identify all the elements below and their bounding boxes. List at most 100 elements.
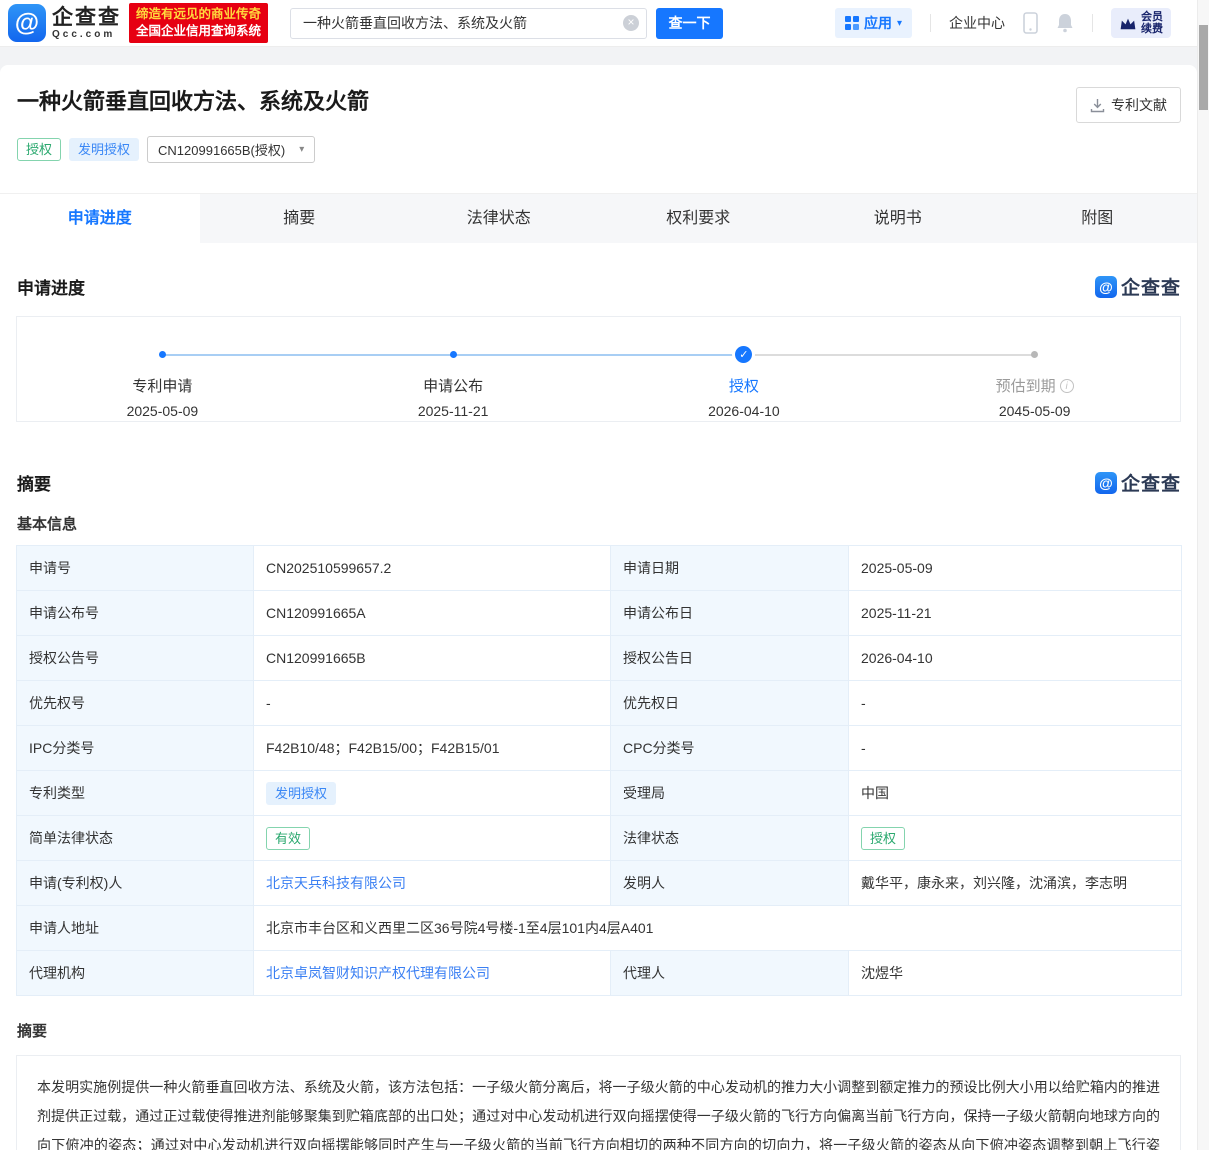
mobile-app-button[interactable]: [1023, 12, 1038, 34]
qcc-watermark: @ 企查查: [1095, 469, 1181, 496]
brand-slogan: 缔造有远见的商业传奇 全国企业信用查询系统: [129, 3, 268, 43]
tab-legal-status[interactable]: 法律状态: [399, 194, 599, 243]
field-value: CN202510599657.2: [254, 546, 611, 591]
slogan-line-1: 缔造有远见的商业传奇: [136, 6, 261, 23]
field-value: F42B10/48；F42B15/00；F42B15/01: [254, 726, 611, 771]
search-clear-icon[interactable]: ×: [623, 15, 639, 31]
app-menu-button[interactable]: 应用 ▾: [835, 8, 912, 38]
scrollbar-thumb[interactable]: [1199, 25, 1208, 110]
agency-link[interactable]: 北京卓岚智财知识产权代理有限公司: [266, 965, 490, 981]
field-label: 申请公布号: [17, 591, 254, 636]
field-label: 发明人: [611, 861, 849, 906]
field-label: 授权公告号: [17, 636, 254, 681]
field-label: 代理机构: [17, 951, 254, 996]
app-menu-label: 应用: [864, 13, 892, 33]
download-icon: [1090, 98, 1105, 113]
field-value: 2025-05-09: [849, 546, 1182, 591]
tab-abstract[interactable]: 摘要: [200, 194, 400, 243]
table-row: IPC分类号 F42B10/48；F42B15/00；F42B15/01 CPC…: [17, 726, 1182, 771]
field-label: 专利类型: [17, 771, 254, 816]
qcc-watermark-icon: @: [1095, 472, 1117, 494]
field-label: 简单法律状态: [17, 816, 254, 861]
slogan-line-2: 全国企业信用查询系统: [136, 23, 261, 40]
notifications-button[interactable]: [1056, 13, 1074, 33]
enterprise-center-link[interactable]: 企业中心: [949, 13, 1005, 33]
mobile-icon: [1023, 12, 1038, 34]
status-badge: 授权: [861, 827, 905, 850]
field-label: 授权公告日: [611, 636, 849, 681]
tab-description[interactable]: 说明书: [798, 194, 998, 243]
qcc-logo[interactable]: @ 企查查 Qcc.com 缔造有远见的商业传奇 全国企业信用查询系统: [8, 3, 268, 43]
qcc-watermark-text: 企查查: [1121, 273, 1181, 300]
timeline-step-estimated-expiry: 预估到期 i 2045-05-09: [889, 346, 1180, 419]
tab-figures[interactable]: 附图: [998, 194, 1198, 243]
qcc-watermark: @ 企查查: [1095, 273, 1181, 300]
field-value: CN120991665B: [254, 636, 611, 681]
patent-title: 一种火箭垂直回收方法、系统及火箭: [17, 87, 369, 117]
field-value: 北京市丰台区和义西里二区36号院4号楼-1至4层101内4层A401: [254, 906, 1182, 951]
patent-type-badge: 发明授权: [69, 138, 139, 161]
field-label: IPC分类号: [17, 726, 254, 771]
patent-document-button[interactable]: 专利文献: [1076, 87, 1181, 123]
table-row: 申请(专利权)人 北京天兵科技有限公司 发明人 戴华平，康永来，刘兴隆，沈涌滨，…: [17, 861, 1182, 906]
tab-application-progress[interactable]: 申请进度: [0, 194, 200, 243]
patent-number-value: CN120991665B(授权): [158, 140, 285, 159]
page-scrollbar[interactable]: [1197, 0, 1209, 1150]
progress-timeline: 专利申请 2025-05-09 申请公布 2025-11-21 ✓ 授权 202…: [16, 316, 1181, 422]
grid-icon: [845, 16, 859, 30]
timeline-step-label: 申请公布: [423, 375, 483, 396]
basic-info-title: 基本信息: [17, 513, 1197, 534]
table-row: 授权公告号 CN120991665B 授权公告日 2026-04-10: [17, 636, 1182, 681]
timeline-step-grant: ✓ 授权 2026-04-10: [599, 346, 890, 419]
summary-section-title: 摘要: [17, 470, 51, 495]
timeline-step-label: 授权: [729, 375, 759, 396]
status-badge: 有效: [266, 827, 310, 850]
qcc-logo-icon: @: [8, 4, 46, 42]
brand-name: 企查查: [52, 7, 121, 29]
timeline-dot: [159, 351, 166, 358]
field-label: 代理人: [611, 951, 849, 996]
top-nav: 应用 ▾ 企业中心 会员 续费: [835, 8, 1171, 38]
qcc-logo-text: 企查查 Qcc.com: [52, 7, 121, 40]
field-label: 申请公布日: [611, 591, 849, 636]
search-button[interactable]: 查一下: [656, 8, 723, 39]
timeline-step-date: 2026-04-10: [708, 403, 780, 419]
timeline-step-filing: 专利申请 2025-05-09: [17, 346, 308, 419]
timeline-step-label: 专利申请: [132, 375, 192, 396]
search-area: × 查一下: [290, 8, 723, 39]
timeline-step-label: 预估到期: [996, 375, 1056, 396]
applicant-link[interactable]: 北京天兵科技有限公司: [266, 875, 406, 891]
divider: [1092, 14, 1093, 32]
field-value: 2025-11-21: [849, 591, 1182, 636]
info-icon[interactable]: i: [1060, 379, 1074, 393]
field-value: 戴华平，康永来，刘兴隆，沈涌滨，李志明: [849, 861, 1182, 906]
tab-bar: 申请进度 摘要 法律状态 权利要求 说明书 附图: [0, 193, 1197, 243]
timeline-step-date: 2045-05-09: [999, 403, 1071, 419]
field-label: 法律状态: [611, 816, 849, 861]
qcc-watermark-icon: @: [1095, 276, 1117, 298]
timeline-step-date: 2025-11-21: [418, 403, 489, 419]
tab-claims[interactable]: 权利要求: [599, 194, 799, 243]
member-renew-button[interactable]: 会员 续费: [1111, 8, 1171, 38]
table-row: 专利类型 发明授权 受理局 中国: [17, 771, 1182, 816]
field-value: -: [849, 726, 1182, 771]
timeline-dot: [1031, 351, 1038, 358]
abstract-title: 摘要: [17, 1020, 1197, 1041]
field-label: 申请号: [17, 546, 254, 591]
table-row: 优先权号 - 优先权日 -: [17, 681, 1182, 726]
table-row: 代理机构 北京卓岚智财知识产权代理有限公司 代理人 沈煜华: [17, 951, 1182, 996]
timeline-dot: [450, 351, 457, 358]
crown-icon: [1119, 16, 1137, 31]
qcc-watermark-text: 企查查: [1121, 469, 1181, 496]
member-label-line2: 续费: [1141, 23, 1163, 35]
brand-domain: Qcc.com: [52, 29, 121, 40]
field-label: 申请(专利权)人: [17, 861, 254, 906]
search-input[interactable]: [290, 8, 647, 39]
field-value: 沈煜华: [849, 951, 1182, 996]
patent-number-select[interactable]: CN120991665B(授权) ▾: [147, 136, 315, 163]
field-label: 优先权号: [17, 681, 254, 726]
timeline-step-publication: 申请公布 2025-11-21: [308, 346, 599, 419]
patent-type-badge: 发明授权: [266, 782, 336, 805]
table-row: 申请号 CN202510599657.2 申请日期 2025-05-09: [17, 546, 1182, 591]
progress-section-title: 申请进度: [17, 274, 85, 299]
